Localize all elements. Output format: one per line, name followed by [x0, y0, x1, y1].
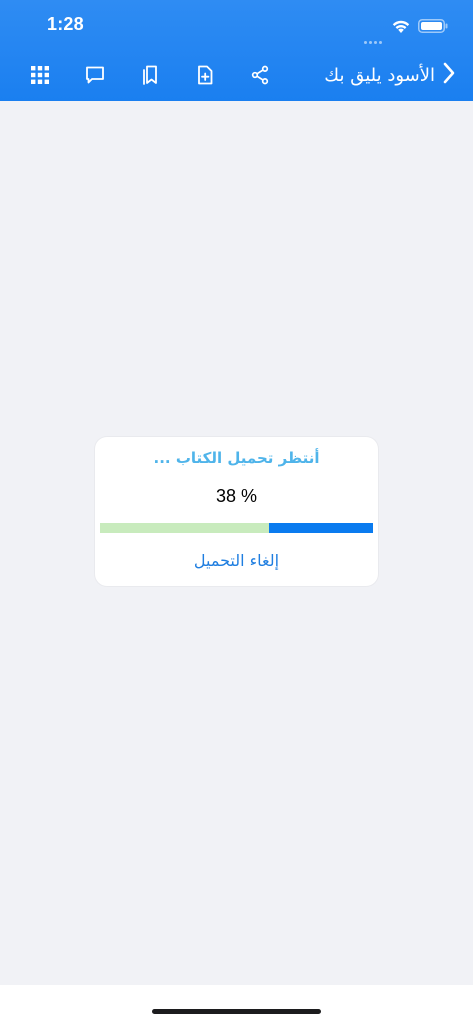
download-progress-bar [100, 523, 373, 533]
status-bar: 1:28 [0, 0, 473, 50]
download-dialog: أنتظر تحميل الكتاب ... 38 % إلغاء التحمي… [95, 437, 378, 586]
battery-icon [418, 18, 448, 33]
back-button[interactable]: الأسود يليق بك [324, 60, 457, 90]
back-chevron-icon [441, 61, 457, 89]
comment-icon[interactable] [84, 64, 106, 86]
share-icon[interactable] [249, 64, 271, 86]
grid-icon[interactable] [29, 64, 51, 86]
book-title: الأسود يليق بك [324, 64, 435, 86]
progress-percent: 38 % [215, 486, 258, 506]
navigation-bar: الأسود يليق بك [0, 50, 473, 101]
status-time: 1:28 [47, 14, 84, 34]
wifi-icon [391, 18, 411, 34]
add-document-icon[interactable] [194, 64, 216, 86]
waiting-message: أنتظر تحميل الكتاب ... [153, 449, 320, 467]
cancel-download-button[interactable]: إلغاء التحميل [95, 551, 378, 570]
top-bar: 1:28 الأسود يليق بك [0, 0, 473, 101]
bookmarks-icon[interactable] [139, 64, 161, 86]
bottom-bar [0, 985, 473, 1024]
cellular-signal-icon [364, 29, 384, 44]
home-indicator[interactable] [152, 1009, 321, 1014]
progress-fill [269, 523, 373, 533]
